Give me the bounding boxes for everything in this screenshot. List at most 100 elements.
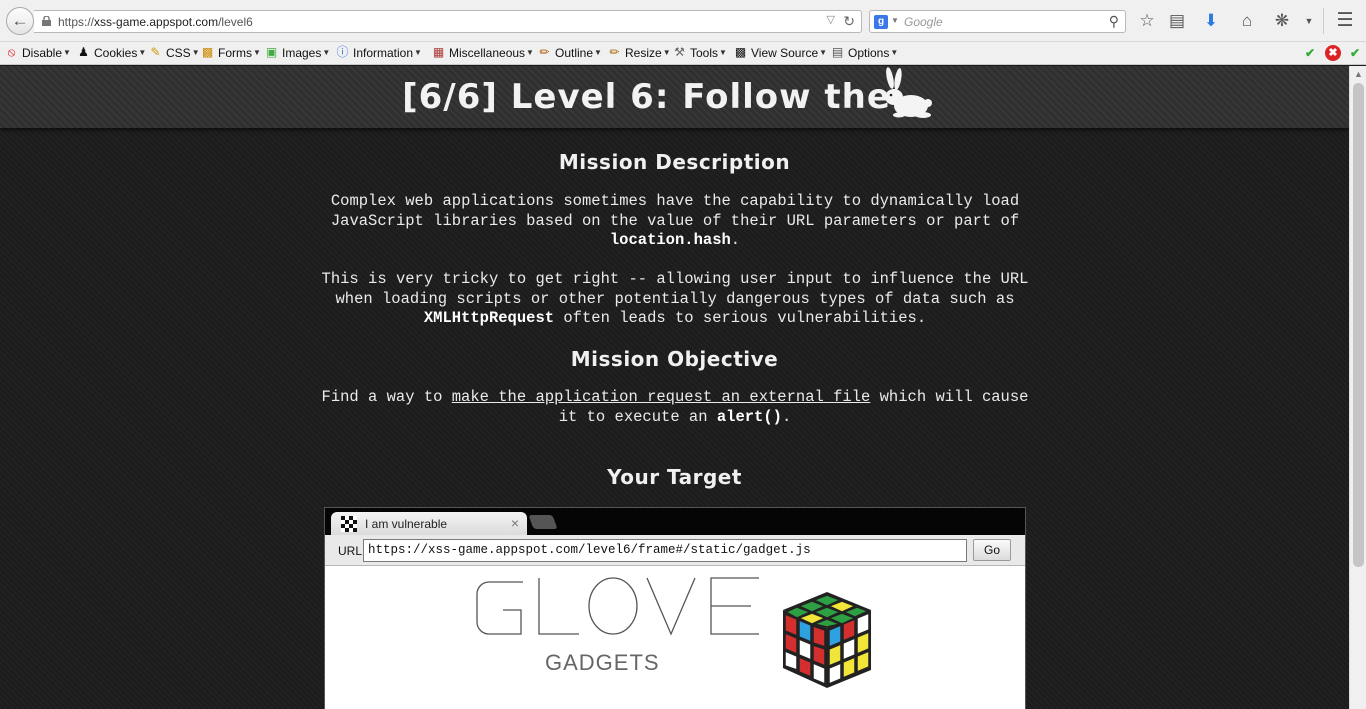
search-bar[interactable]: g ▼ Google ⚲: [869, 10, 1126, 33]
web-developer-toolbar: ⦸ Disable ▼ ♟ Cookies ▼ ✎ CSS ▼ ▩ Forms ▼ ▣ Image…: [0, 42, 1366, 65]
desc-text: .: [730, 231, 741, 249]
devbar-label: Forms: [218, 45, 252, 60]
desc-text: Complex web applications sometimes have …: [330, 192, 1020, 230]
mission-description-heading: Mission Description: [558, 150, 791, 174]
code-xmlhttprequest: XMLHttpRequest: [423, 309, 555, 327]
address-bar[interactable]: https://xss-game.appspot.com/level6 ▽ ↻: [34, 10, 862, 33]
page-scrollbar[interactable]: ▲: [1349, 66, 1366, 709]
devbar-outline[interactable]: ✏ Outline ▼: [537, 45, 602, 60]
downloads-icon[interactable]: ⬇: [1200, 10, 1222, 32]
desc-text: often leads to serious vulnerabilities.: [554, 309, 927, 327]
chevron-down-icon: ▼: [414, 48, 422, 57]
devbar-label: Information: [353, 45, 414, 60]
devbar-options[interactable]: ▤ Options ▼: [830, 45, 898, 60]
chevron-down-icon: ▼: [63, 48, 71, 57]
miscellaneous-icon: ▦: [432, 45, 445, 59]
devbar-view-source[interactable]: ▩ View Source ▼: [733, 45, 827, 60]
frame-tab-title: I am vulnerable: [365, 517, 448, 531]
frame-url-row: URL https://xss-game.appspot.com/level6/…: [325, 535, 1025, 566]
error-icon[interactable]: ✖: [1325, 45, 1341, 61]
chevron-down-icon: ▼: [322, 48, 331, 57]
target-frame: I am vulnerable × URL https://xss-game.a…: [324, 507, 1026, 709]
frame-tab-strip: I am vulnerable ×: [325, 508, 1025, 536]
frame-url-input[interactable]: https://xss-game.appspot.com/level6/fram…: [363, 539, 967, 562]
rabbit-icon: [885, 67, 932, 118]
tools-icon: ⚒: [674, 45, 685, 59]
frame-url-label: URL: [338, 544, 363, 558]
new-tab-button[interactable]: [528, 515, 558, 529]
validation-check-icon[interactable]: ✔: [1302, 45, 1318, 61]
close-icon[interactable]: ×: [511, 515, 519, 531]
back-button[interactable]: ←: [6, 7, 34, 35]
devbar-forms[interactable]: ▩ Forms ▼: [200, 45, 261, 60]
chevron-down-icon: ▼: [719, 48, 727, 57]
devbar-css[interactable]: ✎ CSS ▼: [148, 45, 200, 60]
page-content: [6/6] Level 6: Follow the Mission Descri…: [0, 66, 1349, 709]
objective-link[interactable]: make the application request an external…: [452, 388, 871, 406]
browser-navbar: ← https://xss-game.appspot.com/level6 ▽ …: [0, 0, 1366, 42]
options-icon: ▤: [831, 45, 844, 59]
devbar-miscellaneous[interactable]: ▦ Miscellaneous ▼: [431, 45, 534, 60]
chevron-down-icon: ▼: [594, 48, 602, 57]
chevron-down-icon: ▼: [526, 48, 534, 57]
disable-icon: ⦸: [7, 45, 16, 59]
page-title: [6/6] Level 6: Follow the: [0, 77, 1349, 117]
information-icon: ⓘ: [336, 45, 349, 59]
devbar-disable[interactable]: ⦸ Disable ▼: [4, 45, 71, 60]
mission-warning-paragraph: This is very tricky to get right -- allo…: [314, 270, 1036, 329]
engine-dropdown-icon[interactable]: ▼: [891, 16, 899, 25]
view-source-icon: ▩: [734, 45, 747, 59]
back-arrow-icon: ←: [11, 11, 29, 30]
google-icon[interactable]: g: [874, 15, 888, 29]
code-alert: alert(): [716, 407, 782, 426]
devbar-label: Disable: [22, 45, 63, 60]
checkered-favicon-icon: [341, 516, 357, 532]
mission-description-paragraph: Complex web applications sometimes have …: [314, 192, 1036, 251]
firebug-dropdown-icon[interactable]: ▼: [1298, 10, 1320, 32]
objective-text: .: [781, 407, 792, 426]
rubiks-cube-image: [783, 592, 871, 688]
bookmarks-list-icon[interactable]: ▤: [1166, 10, 1188, 32]
mission-objective-paragraph: Find a way to make the application reque…: [314, 388, 1036, 427]
mission-objective-heading: Mission Objective: [570, 347, 779, 371]
css-icon: ✎: [150, 45, 161, 59]
devbar-information[interactable]: ⓘ Information ▼: [335, 45, 422, 60]
devbar-tools[interactable]: ⚒ Tools ▼: [672, 45, 727, 60]
search-icon[interactable]: ⚲: [1109, 13, 1119, 30]
scroll-up-icon[interactable]: ▲: [1354, 69, 1363, 79]
chevron-down-icon: ▼: [253, 48, 261, 57]
lock-icon: [42, 16, 51, 26]
devbar-images[interactable]: ▣ Images ▼: [264, 45, 330, 60]
devbar-label: Images: [282, 45, 322, 60]
devbar-cookies[interactable]: ♟ Cookies ▼: [76, 45, 146, 60]
devbar-resize[interactable]: ✏ Resize ▼: [607, 45, 671, 60]
devbar-label: Tools: [690, 45, 719, 60]
chevron-down-icon: ▼: [819, 48, 828, 57]
url-dropdown-icon[interactable]: ▽: [827, 13, 835, 26]
page-title-text: [6/6] Level 6: Follow the: [402, 77, 891, 117]
desc-text: This is very tricky to get right -- allo…: [321, 270, 1029, 308]
your-target-heading: Your Target: [607, 465, 742, 489]
resize-icon: ✏: [609, 45, 620, 59]
chevron-down-icon: ▼: [191, 48, 200, 57]
outline-icon: ✏: [539, 45, 550, 59]
devbar-label: Cookies: [94, 45, 138, 60]
cookies-icon: ♟: [78, 45, 89, 59]
reload-icon[interactable]: ↻: [843, 13, 855, 30]
firebug-icon[interactable]: ❋: [1271, 10, 1293, 32]
url-text: https://xss-game.appspot.com/level6: [58, 15, 253, 29]
scroll-thumb[interactable]: [1353, 83, 1364, 567]
devbar-label: CSS: [166, 45, 191, 60]
images-icon: ▣: [265, 45, 278, 59]
css-valid-check-icon[interactable]: ✔: [1347, 45, 1363, 61]
glove-gadgets-logo-text: GADGETS: [545, 650, 660, 674]
devbar-label: Miscellaneous: [449, 45, 526, 60]
go-button[interactable]: Go: [973, 539, 1011, 561]
menu-icon[interactable]: ☰: [1334, 10, 1356, 32]
objective-text: Find a way to: [321, 388, 452, 406]
home-icon[interactable]: ⌂: [1236, 10, 1258, 32]
chevron-down-icon: ▼: [662, 48, 671, 57]
forms-icon: ▩: [201, 45, 214, 59]
frame-tab[interactable]: I am vulnerable ×: [331, 512, 527, 536]
bookmark-star-icon[interactable]: ☆: [1136, 10, 1158, 32]
